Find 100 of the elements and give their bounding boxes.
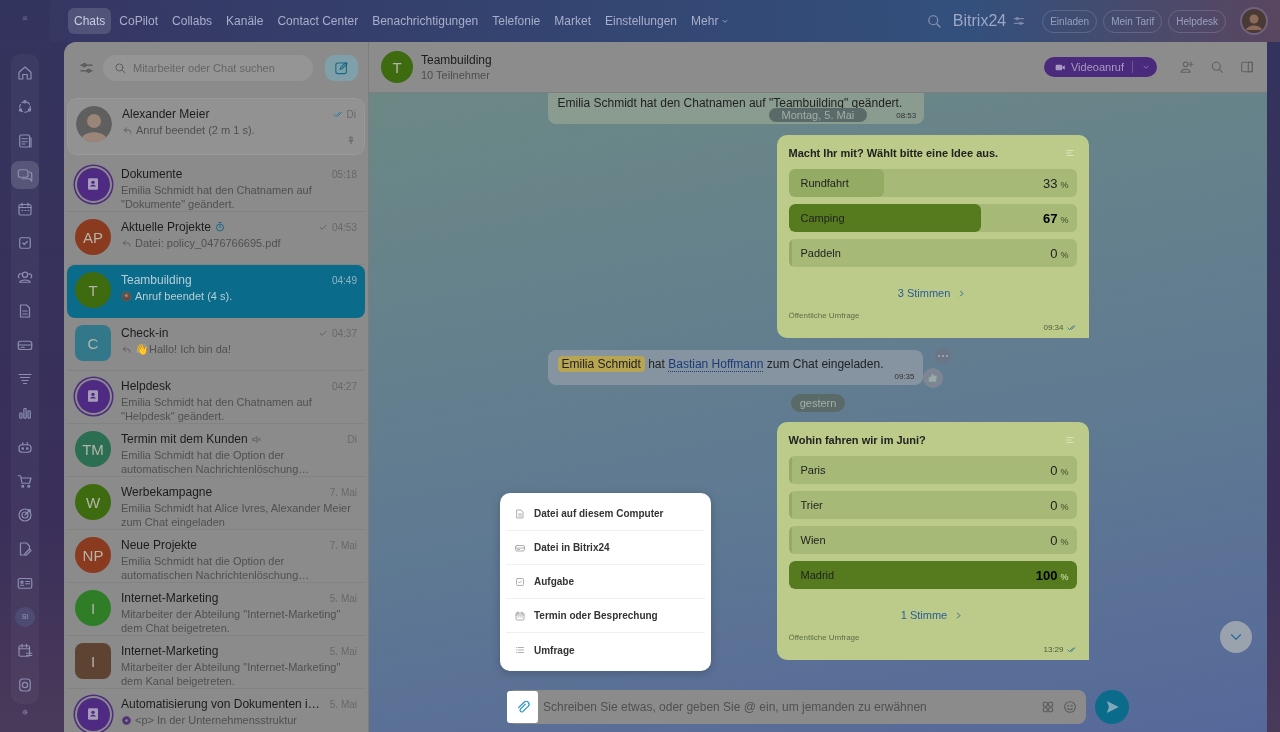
- user-mention[interactable]: Emilia Schmidt: [557, 356, 645, 372]
- chat-preview: Emilia Schmidt hat den Chatnamen auf "Dokumente" geändert.: [121, 183, 313, 211]
- chat-preview: Datei: policy_0476766695.pdf: [135, 236, 282, 250]
- list-icon: [514, 644, 526, 656]
- send-icon[interactable]: [1095, 690, 1129, 724]
- chat-avatar: I: [75, 590, 111, 626]
- user-avatar[interactable]: [1242, 9, 1266, 33]
- document-icon: [514, 507, 526, 520]
- mute-icon: [250, 433, 262, 445]
- poll-type: Öffentliche Umfrage: [788, 633, 861, 642]
- poll-option[interactable]: Madrid 100 %: [788, 561, 1077, 589]
- poll-option[interactable]: Paddeln 0 %: [788, 239, 1077, 267]
- like-icon[interactable]: [922, 368, 943, 388]
- chat-avatar: AP: [75, 219, 111, 255]
- vote-percent: 0: [1050, 245, 1058, 261]
- sidebar-toggle-icon[interactable]: [1239, 59, 1255, 75]
- chat-name: Automatisierung von Dokumenten i…: [121, 697, 320, 711]
- option-label: Trier: [800, 499, 824, 511]
- percent-sign: %: [1060, 248, 1069, 260]
- emoji-icon[interactable]: [1062, 699, 1078, 715]
- chats-icon[interactable]: [11, 160, 39, 189]
- chat-name: Check-in: [121, 326, 169, 340]
- user-avatar: [121, 291, 132, 302]
- compose-icon[interactable]: [325, 55, 358, 81]
- menu-item[interactable]: Umfrage: [506, 633, 705, 667]
- vote-percent: 0: [1050, 532, 1058, 548]
- nav-tab[interactable]: Benachrichtigungen: [366, 8, 485, 34]
- nav-tab[interactable]: Einstellungen: [599, 8, 684, 34]
- chat-preview: Anruf beendet (2 m 1 s).: [136, 123, 256, 137]
- nav-tab[interactable]: Collabs: [166, 8, 219, 34]
- option-label: Rundfahrt: [800, 177, 850, 189]
- chat-avatar: NP: [75, 537, 111, 573]
- timer-icon: [214, 221, 227, 233]
- vote-percent: 0: [1050, 462, 1058, 478]
- scroll-down-icon[interactable]: [1220, 621, 1252, 653]
- pin-icon: [346, 135, 356, 146]
- user-link[interactable]: Bastian Hoffmann: [668, 357, 764, 372]
- calendar-icon: [514, 609, 526, 622]
- chat-name: Alexander Meier: [122, 107, 210, 121]
- menu-item[interactable]: Datei in Bitrix24: [506, 531, 705, 565]
- chat-name: Internet-Marketing: [121, 644, 219, 658]
- reply-icon: [122, 125, 133, 136]
- reply-icon: [121, 238, 132, 249]
- poll-type: Öffentliche Umfrage: [788, 311, 861, 320]
- vote-percent: 100: [1035, 567, 1058, 583]
- poll-option[interactable]: Paris 0 %: [788, 456, 1077, 484]
- votes-link[interactable]: 3 Stimmen: [891, 286, 974, 300]
- menu-item[interactable]: Datei auf diesem Computer: [506, 497, 705, 531]
- poll-question: Macht Ihr mit? Wählt bitte eine Idee aus.: [788, 147, 1000, 159]
- chat-name: Teambuilding: [121, 273, 192, 287]
- message-time: 08:53: [896, 111, 917, 120]
- vote-percent: 33: [1043, 175, 1058, 191]
- poll-option[interactable]: Wien 0 %: [788, 526, 1077, 554]
- add-user-icon[interactable]: [1179, 59, 1195, 75]
- member-count: 10 Teilnehmer: [421, 69, 491, 81]
- sliders-icon[interactable]: [1012, 14, 1027, 28]
- user-avatar: [76, 106, 112, 142]
- double-check-icon: [1066, 645, 1077, 655]
- chat-item[interactable]: T Teambuilding 04:49 Anruf beendet (4 s).: [67, 265, 365, 318]
- chat-name: Internet-Marketing: [121, 591, 219, 605]
- message-time: 09:34: [1043, 323, 1064, 333]
- chat-avatar: T: [75, 272, 111, 308]
- chat-avatar: TM: [75, 431, 111, 467]
- nav-tab[interactable]: Contact Center: [271, 8, 365, 34]
- poll-question: Wohin fahren wir im Juni?: [788, 434, 927, 446]
- video-call-button[interactable]: Videoanruf: [1044, 57, 1157, 77]
- chat-name: Termin mit dem Kunden: [121, 432, 248, 446]
- nav-tab[interactable]: CoPilot: [113, 8, 165, 34]
- nav-tab[interactable]: Kanäle: [220, 8, 270, 34]
- chat-time: 04:49: [331, 274, 357, 286]
- percent-sign: %: [1060, 213, 1069, 225]
- date-label: gestern: [790, 394, 846, 412]
- menu-item[interactable]: Aufgabe: [506, 565, 705, 599]
- chat-avatar: C: [75, 325, 111, 361]
- chat-name: Aktuelle Projekte: [121, 220, 212, 234]
- double-check-icon: [1066, 323, 1077, 333]
- option-label: Madrid: [800, 569, 836, 581]
- paperclip-icon[interactable]: [507, 691, 538, 723]
- option-label: Wien: [800, 534, 827, 546]
- percent-sign: %: [1060, 500, 1069, 512]
- more-icon[interactable]: [934, 348, 951, 364]
- date-label: Montag, 5. Mai: [768, 108, 868, 122]
- chat-title: Teambuilding: [421, 53, 492, 67]
- poll-option[interactable]: Trier 0 %: [788, 491, 1077, 519]
- poll-option[interactable]: Rundfahrt 33 %: [788, 169, 1077, 197]
- chat-avatar: I: [75, 643, 111, 679]
- menu-item[interactable]: Termin oder Besprechung: [506, 599, 705, 633]
- chat-preview: Emilia Schmidt hat den Chatnamen auf "Helpdesk" geändert.: [121, 395, 313, 423]
- chat-preview: Emilia Schmidt hat die Option der automatischen Nachrichtenlöschung…: [121, 554, 311, 582]
- task-icon: [514, 575, 526, 588]
- chat-name: Neue Projekte: [121, 538, 198, 552]
- nav-tab[interactable]: Chats: [68, 8, 112, 34]
- nav-tab[interactable]: Telefonie: [486, 8, 547, 34]
- chat-avatar: W: [75, 484, 111, 520]
- apps-icon[interactable]: [1040, 699, 1056, 715]
- search-icon[interactable]: [1209, 59, 1225, 75]
- nav-tab[interactable]: Mehr: [685, 8, 737, 34]
- poll-option[interactable]: Camping 67 %: [788, 204, 1077, 232]
- votes-link[interactable]: 1 Stimme: [894, 608, 971, 622]
- nav-tab[interactable]: Market: [548, 8, 597, 34]
